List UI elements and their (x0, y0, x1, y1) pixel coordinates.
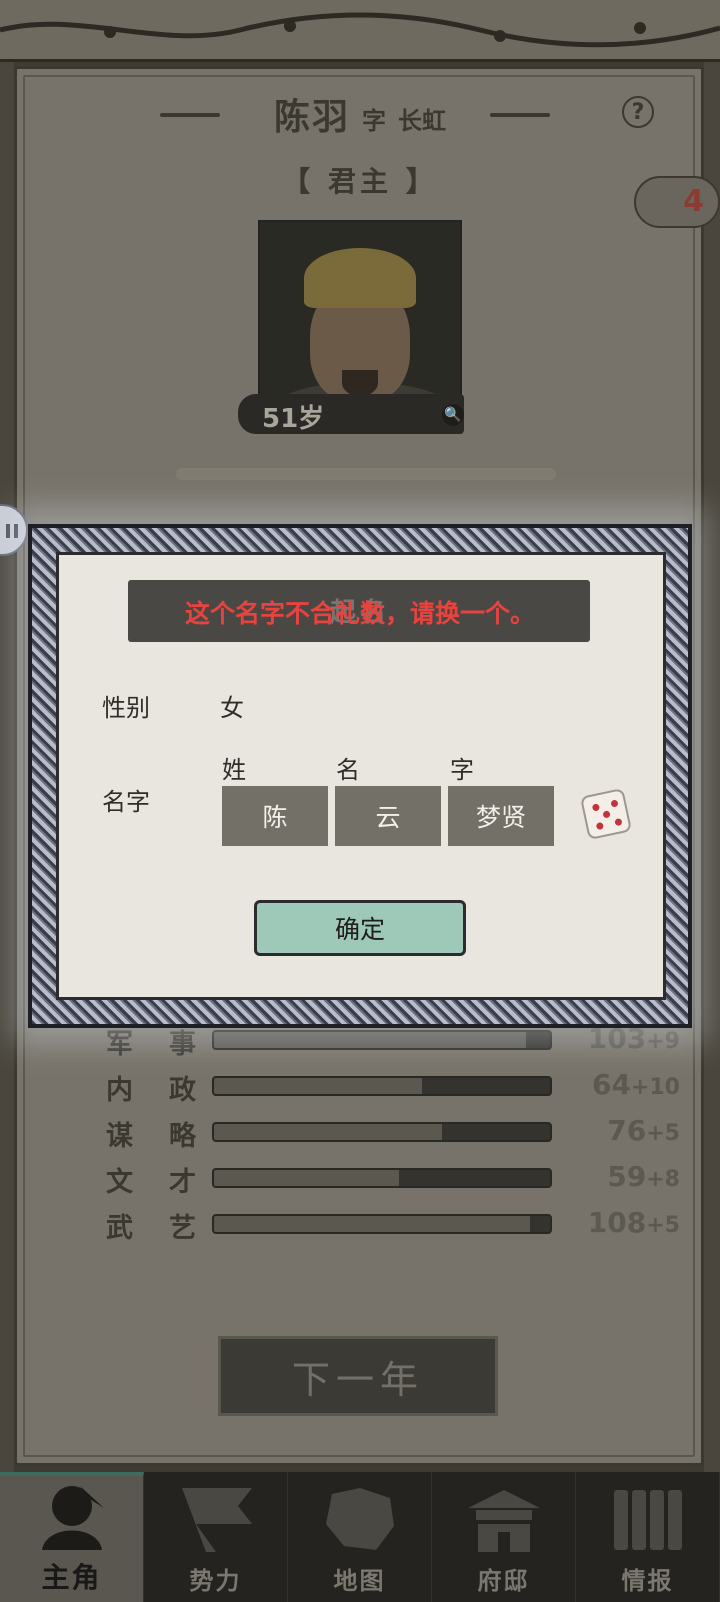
gender-value[interactable]: 女 (220, 688, 244, 723)
confirm-button[interactable]: 确定 (254, 900, 466, 956)
courtesy-header: 字 (450, 756, 474, 784)
surname-header: 姓 (222, 756, 246, 784)
name-label: 名字 (102, 788, 150, 816)
given-name-header: 名 (336, 756, 360, 784)
gender-label: 性别 (102, 694, 150, 722)
error-message: 这个名字不合礼数，请换一个。 (184, 599, 535, 628)
surname-field[interactable]: 陈 (222, 786, 328, 846)
courtesy-field[interactable]: 梦贤 (448, 786, 554, 846)
dice-icon[interactable] (579, 787, 633, 841)
given-name-field[interactable]: 云 (335, 786, 441, 846)
